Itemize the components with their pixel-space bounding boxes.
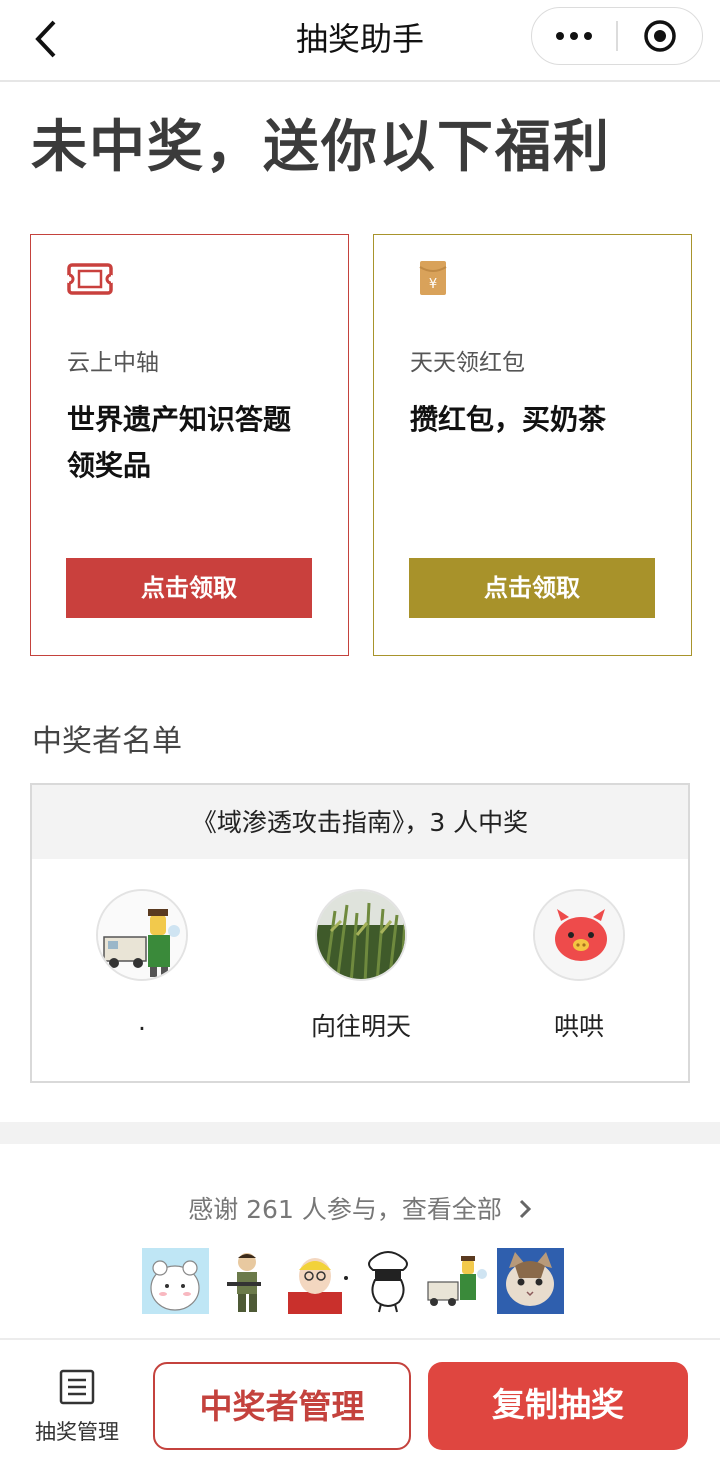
claim-button[interactable]: 点击领取	[66, 558, 312, 618]
winner-name: 向往明天	[310, 1012, 411, 1041]
soldier-avatar[interactable]	[213, 1248, 280, 1314]
bottom-action-bar: 抽奖管理 中奖者管理 复制抽奖	[0, 1338, 720, 1468]
rice-field-avatar	[315, 889, 407, 981]
winners-header: 《域渗透攻击指南》，3 人中奖	[32, 785, 688, 859]
card-description-line: 攒红包，买奶茶	[410, 403, 607, 436]
lottery-manage-label: 抽奖管理	[35, 1420, 119, 1444]
promo-card-red-envelope[interactable]: ¥ 天天领红包 攒红包，买奶茶 点击领取	[373, 234, 692, 656]
cartoon-man-avatar[interactable]	[426, 1248, 493, 1314]
navigation-bar: 抽奖助手	[0, 0, 720, 82]
participant-avatars	[142, 1248, 564, 1314]
cartoon-face-avatar[interactable]	[284, 1248, 351, 1314]
copy-lottery-button[interactable]: 复制抽奖	[428, 1362, 688, 1450]
bear-avatar[interactable]	[142, 1248, 209, 1314]
target-icon[interactable]	[618, 8, 702, 64]
winners-manage-button[interactable]: 中奖者管理	[153, 1362, 411, 1450]
chevron-right-icon	[518, 1197, 532, 1226]
winner-item[interactable]: .	[42, 889, 242, 1036]
card-label: 天天领红包	[410, 350, 525, 376]
card-description: 世界遗产知识答题 领奖品	[67, 397, 327, 489]
winner-name: 哄哄	[553, 1012, 604, 1041]
winners-box: 《域渗透攻击指南》，3 人中奖 . 向往明天 哄哄	[30, 783, 690, 1083]
winner-item[interactable]: 向往明天	[261, 889, 461, 1043]
card-description-line: 领奖品	[67, 449, 152, 482]
winner-item[interactable]: 哄哄	[479, 889, 679, 1043]
lottery-manage-button[interactable]: 抽奖管理	[22, 1368, 132, 1446]
capsule-menu	[531, 7, 703, 65]
ticket-icon	[65, 261, 115, 297]
list-icon	[22, 1368, 132, 1410]
headline: 未中奖，送你以下福利	[31, 114, 611, 180]
view-all-participants-link[interactable]: 感谢 261 人参与，查看全部	[0, 1190, 720, 1226]
more-dots-icon[interactable]	[532, 8, 616, 64]
winners-section-title: 中奖者名单	[32, 724, 182, 759]
sheep-avatar[interactable]	[355, 1248, 422, 1314]
card-label: 云上中轴	[67, 350, 159, 376]
claim-button[interactable]: 点击领取	[409, 558, 655, 618]
cartoon-man-avatar	[96, 889, 188, 981]
red-envelope-icon: ¥	[410, 261, 456, 297]
card-description: 攒红包，买奶茶	[410, 397, 670, 443]
participants-text: 感谢 261 人参与，查看全部	[188, 1195, 502, 1224]
winner-name: .	[138, 1007, 146, 1036]
promo-card-quiz[interactable]: 云上中轴 世界遗产知识答题 领奖品 点击领取	[30, 234, 349, 656]
pig-avatar	[533, 889, 625, 981]
card-description-line: 世界遗产知识答题	[67, 403, 292, 436]
cat-avatar[interactable]	[497, 1248, 564, 1314]
svg-text:¥: ¥	[429, 277, 437, 292]
section-divider	[0, 1122, 720, 1144]
